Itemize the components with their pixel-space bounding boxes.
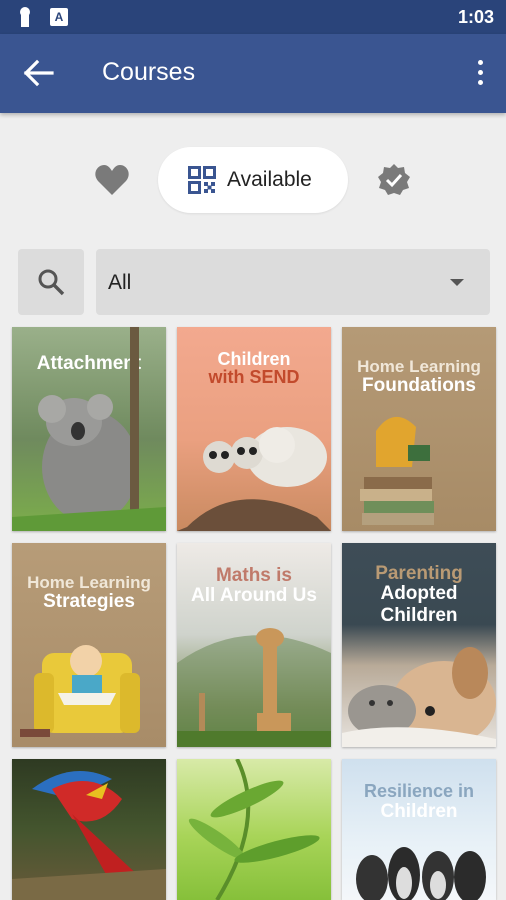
category-filter-value: All — [108, 271, 132, 294]
page-title: Courses — [102, 58, 196, 86]
qr-code-icon — [188, 166, 216, 194]
lemurs-image — [177, 427, 331, 531]
completed-badge-icon[interactable] — [376, 162, 412, 198]
child-in-armchair-image — [20, 645, 140, 737]
penguins-image — [356, 847, 486, 900]
overflow-menu-icon[interactable] — [472, 56, 488, 90]
scarlet-macaw-image — [12, 771, 166, 900]
course-card-children-with-send[interactable]: Children with SEND — [177, 327, 331, 531]
favorites-heart-icon[interactable] — [94, 163, 130, 197]
dog-and-kitten-image — [342, 647, 496, 747]
koala-image — [12, 327, 166, 531]
course-card-attachment[interactable]: Attachment — [12, 327, 166, 531]
back-arrow-icon[interactable] — [22, 58, 56, 88]
bamboo-leaves-image — [188, 759, 320, 900]
category-filter-dropdown[interactable]: All — [96, 249, 490, 315]
status-bar: A 1:03 — [0, 0, 506, 34]
course-card-home-learning-strategies[interactable]: Home Learning Strategies — [12, 543, 166, 747]
keyhole-icon — [20, 7, 30, 27]
a-notification-icon: A — [50, 8, 68, 26]
available-tab-label: Available — [227, 168, 312, 191]
status-time: 1:03 — [457, 7, 494, 27]
course-card-parenting-adopted-children[interactable]: Parenting Adopted Children — [342, 543, 496, 747]
course-card-home-learning-foundations[interactable]: Home Learning Foundations — [342, 327, 496, 531]
course-card-maths-is-all-around-us[interactable]: Maths is All Around Us — [177, 543, 331, 747]
search-icon — [38, 269, 65, 296]
giraffes-image — [177, 628, 331, 747]
app-bar: Courses — [0, 34, 506, 113]
available-tab[interactable]: Available — [158, 147, 348, 213]
course-card-resilience-in-children[interactable]: Resilience in Children — [342, 759, 496, 900]
search-button[interactable] — [18, 249, 84, 315]
girl-reading-on-books-image — [360, 416, 434, 525]
course-card-parrot[interactable] — [12, 759, 166, 900]
dropdown-caret-icon — [450, 279, 464, 286]
course-card-bamboo[interactable] — [177, 759, 331, 900]
